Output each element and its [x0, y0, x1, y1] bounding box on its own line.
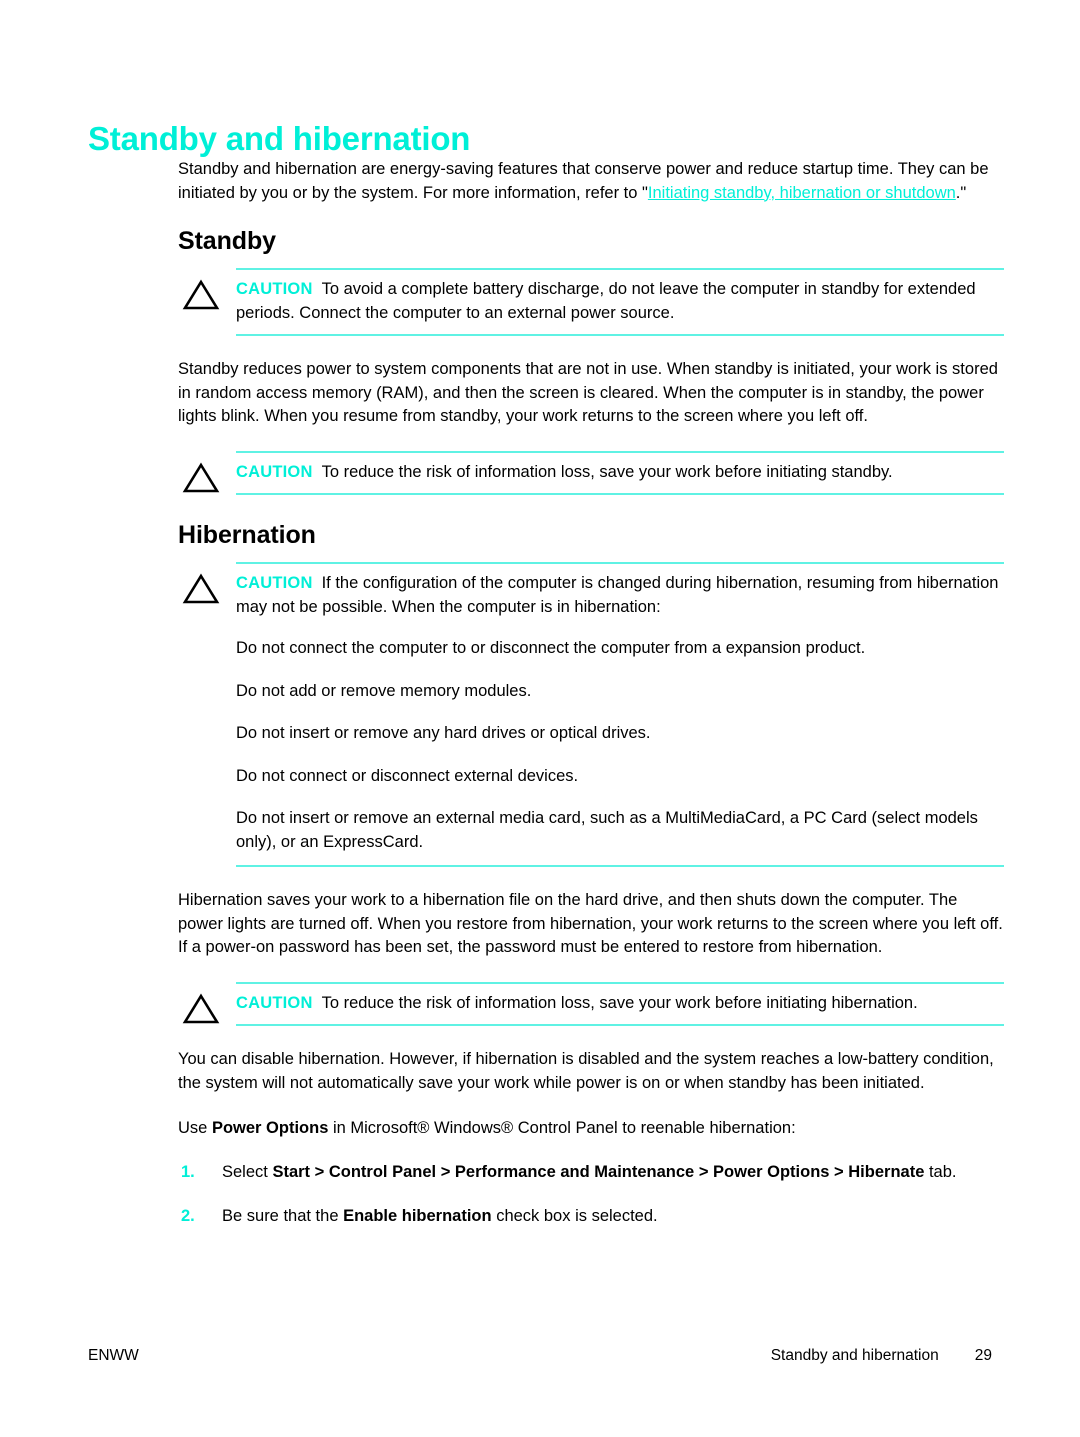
list-item: Do not connect or disconnect external de… — [236, 766, 579, 785]
caution-label: CAUTION — [236, 993, 313, 1012]
note-text-wrap: CAUTION To reduce the risk of information… — [236, 994, 918, 1012]
warning-triangle-icon — [182, 993, 220, 1025]
caution-label: CAUTION — [236, 280, 313, 298]
note-body: CAUTION To reduce the risk of information… — [178, 984, 1004, 1025]
caution-text: If the configuration of the computer is … — [236, 574, 999, 616]
hibernation-restrictions-list: Do not connect the computer to or discon… — [236, 637, 1004, 854]
list-item: 2. Be sure that the Enable hibernation ch… — [178, 1205, 1004, 1229]
step-text-after: check box is selected. — [491, 1207, 658, 1225]
note-text-wrap: CAUTION To reduce the risk of information… — [236, 463, 893, 481]
cross-reference-link[interactable]: Initiating standby, hibernation or shutd… — [648, 184, 956, 202]
intro-text-after: ." — [955, 183, 967, 202]
disable-hibernation-paragraph: You can disable hibernation. However, if… — [178, 1050, 994, 1092]
page-title: Standby and hibernation — [88, 120, 471, 158]
step-number: 1. — [181, 1162, 195, 1181]
caution-text: To reduce the risk of information loss, … — [321, 462, 893, 481]
power-options-bold: Power Options — [211, 1119, 329, 1137]
step-number: 2. — [181, 1207, 195, 1225]
section-heading-standby: Standby — [178, 227, 276, 255]
lead-after-bold: in Microsoft® Windows® Control Panel to … — [328, 1119, 796, 1137]
lead-before-bold: Use — [178, 1119, 212, 1137]
caution-label: CAUTION — [236, 574, 313, 592]
hibernation-description-paragraph: Hibernation saves your work to a hiberna… — [178, 891, 1003, 956]
footer-right-group: Standby and hibernation 29 — [771, 1347, 992, 1365]
note-rule-bottom — [236, 334, 1004, 336]
step-text-before: Select — [222, 1162, 273, 1181]
standby-description-paragraph: Standby reduces power to system componen… — [178, 360, 998, 425]
footer-locale: ENWW — [88, 1347, 139, 1364]
caution-note-hibernation-config: CAUTION If the configuration of the compu… — [178, 562, 1004, 867]
warning-triangle-icon — [182, 462, 220, 494]
power-options-lead: Use Power Options in Microsoft® Windows®… — [178, 1117, 1004, 1141]
footer-chapter-title: Standby and hibernation — [770, 1347, 939, 1364]
section-heading-hibernation: Hibernation — [178, 521, 316, 549]
note-rule-bottom — [236, 865, 1004, 867]
step-text-after: tab. — [924, 1162, 957, 1181]
step-path-bold: Start > Control Panel > Performance and … — [272, 1162, 925, 1181]
caution-text: To reduce the risk of information loss, … — [321, 993, 918, 1012]
step-option-bold: Enable hibernation — [343, 1207, 492, 1225]
note-body: CAUTION To reduce the risk of information… — [178, 453, 1004, 494]
footer-page-number: 29 — [974, 1347, 992, 1364]
page-footer: ENWW Standby and hibernation 29 — [88, 1347, 992, 1365]
caution-note-standby-battery: CAUTION To avoid a complete battery disch… — [178, 268, 1004, 336]
caution-note-hibernation-save-work: CAUTION To reduce the risk of information… — [178, 981, 1004, 1026]
list-item: Do not insert or remove any hard drives … — [236, 724, 651, 742]
note-body: CAUTION To avoid a complete battery disch… — [178, 270, 1004, 334]
note-text-wrap: CAUTION To avoid a complete battery disch… — [236, 280, 976, 322]
list-item: Do not add or remove memory modules. — [236, 681, 532, 700]
list-item: Do not insert or remove an external medi… — [236, 809, 978, 851]
document-page: Standby and hibernation Standby and hibe… — [0, 0, 1080, 1437]
note-body: CAUTION If the configuration of the compu… — [178, 564, 1004, 865]
intro-paragraph: Standby and hibernation are energy-savin… — [178, 158, 1004, 205]
list-item: 1. Select Start > Control Panel > Perform… — [178, 1161, 1004, 1185]
warning-triangle-icon — [182, 279, 220, 311]
list-item: Do not connect the computer to or discon… — [236, 639, 866, 657]
page-content: Standby and hibernation are energy-savin… — [178, 158, 1004, 1250]
note-text-wrap: CAUTION If the configuration of the compu… — [236, 574, 998, 616]
warning-triangle-icon — [182, 573, 220, 605]
caution-label: CAUTION — [236, 462, 313, 481]
note-rule-bottom — [236, 1024, 1004, 1026]
caution-text: To avoid a complete battery discharge, d… — [236, 280, 976, 322]
reenable-hibernation-steps: 1. Select Start > Control Panel > Perform… — [178, 1161, 1004, 1229]
note-rule-bottom — [236, 493, 1004, 495]
caution-note-standby-save-work: CAUTION To reduce the risk of information… — [178, 450, 1004, 495]
step-text-before: Be sure that the — [222, 1207, 344, 1225]
